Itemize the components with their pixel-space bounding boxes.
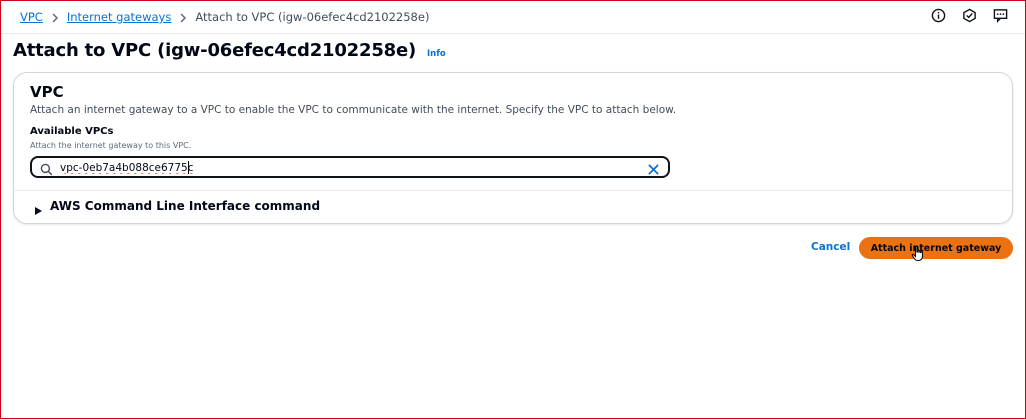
vpc-search-input[interactable]	[60, 159, 640, 176]
text-cursor	[188, 161, 189, 174]
expander-label: AWS Command Line Interface command	[50, 199, 321, 213]
info-circle-icon[interactable]	[931, 8, 946, 23]
chevron-right-icon	[43, 9, 67, 25]
breadcrumb-vpc-link[interactable]: VPC	[20, 9, 43, 25]
hand-pointer-icon	[911, 245, 925, 262]
search-icon	[40, 161, 53, 176]
breadcrumb-current-page: Attach to VPC (igw-06efec4cd2102258e)	[195, 10, 430, 24]
available-vpcs-label: Available VPCs	[30, 126, 114, 137]
breadcrumb-bar: VPC Internet gateways Attach to VPC (igw…	[0, 0, 1026, 34]
breadcrumb-internet-gateways-link[interactable]: Internet gateways	[67, 9, 172, 25]
cancel-button[interactable]: Cancel	[811, 241, 850, 253]
page-title: Attach to VPC (igw-06efec4cd2102258e)	[13, 40, 417, 61]
section-title: VPC	[30, 83, 64, 101]
section-description: Attach an internet gateway to a VPC to e…	[30, 104, 677, 116]
breadcrumb: VPC Internet gateways Attach to VPC (igw…	[20, 9, 429, 25]
chevron-right-icon	[171, 9, 195, 25]
page-header: Attach to VPC (igw-06efec4cd2102258e) In…	[13, 40, 446, 61]
caret-right-icon	[34, 201, 43, 215]
info-link[interactable]: Info	[427, 49, 446, 59]
available-vpcs-description: Attach the internet gateway to this VPC.	[30, 141, 192, 150]
section-divider	[14, 190, 1012, 191]
top-utility-icons	[931, 8, 1008, 23]
attach-internet-gateway-button[interactable]: Attach internet gateway	[859, 237, 1013, 259]
vpc-autosuggest[interactable]	[30, 156, 670, 178]
notifications-icon[interactable]	[962, 8, 977, 23]
close-icon[interactable]	[647, 161, 660, 175]
cli-command-expander[interactable]: AWS Command Line Interface command	[34, 199, 321, 215]
feedback-icon[interactable]	[993, 8, 1008, 23]
vpc-container: VPC Attach an internet gateway to a VPC …	[13, 72, 1013, 224]
